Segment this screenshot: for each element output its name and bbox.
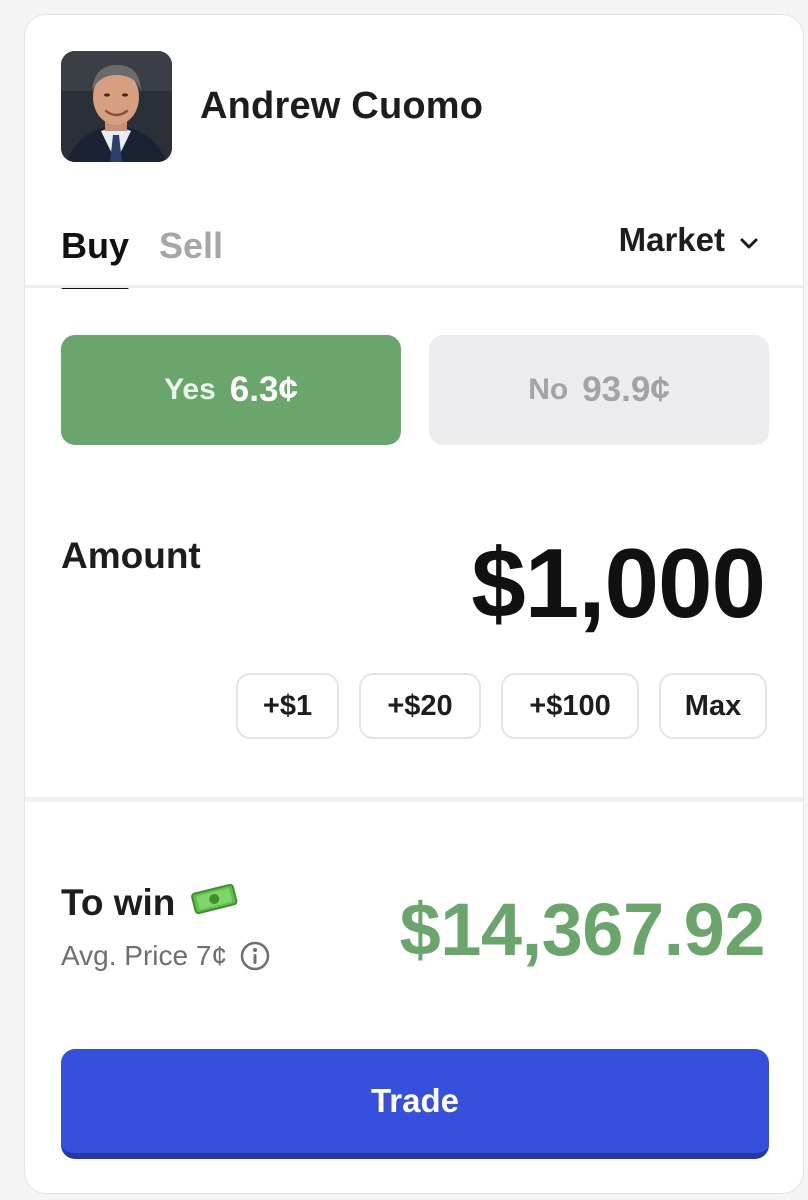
no-label: No: [528, 373, 569, 406]
no-price: 93.9¢: [582, 370, 670, 409]
add-1-button[interactable]: +$1: [236, 673, 339, 739]
to-win-label: To win: [61, 881, 176, 923]
info-icon[interactable]: [239, 940, 271, 972]
avg-price-row: Avg. Price 7¢: [61, 940, 271, 972]
avg-price: Avg. Price 7¢: [61, 940, 228, 971]
to-win-value: $14,367.92: [399, 888, 766, 971]
max-button[interactable]: Max: [659, 673, 767, 739]
market-header: Andrew Cuomo: [61, 51, 483, 162]
portrait-image: [61, 51, 172, 162]
candidate-avatar: [61, 51, 172, 162]
section-divider: [25, 797, 803, 802]
tabs-divider: [25, 285, 803, 288]
tab-sell[interactable]: Sell: [159, 225, 223, 289]
yes-label: Yes: [164, 373, 216, 406]
order-type-label: Market: [618, 221, 725, 258]
amount-label: Amount: [61, 535, 201, 576]
quick-add-chips: +$1 +$20 +$100 Max: [236, 673, 767, 739]
amount-input[interactable]: $1,000: [471, 527, 766, 640]
chevron-down-icon: [739, 221, 759, 259]
to-win-row: To win: [61, 881, 239, 924]
buy-sell-tabs: Buy Sell: [61, 225, 223, 289]
yes-outcome-button[interactable]: Yes 6.3¢: [61, 335, 401, 445]
add-100-button[interactable]: +$100: [501, 673, 639, 739]
order-type-dropdown[interactable]: Market: [619, 221, 759, 259]
tab-buy[interactable]: Buy: [61, 225, 130, 289]
market-name: Andrew Cuomo: [200, 85, 484, 127]
trade-button[interactable]: Trade: [61, 1049, 769, 1159]
trade-card: Andrew Cuomo Buy Sell Market Yes 6.3¢ No…: [24, 14, 804, 1194]
money-bill-icon: [189, 881, 239, 924]
yes-price: 6.3¢: [229, 370, 298, 409]
no-outcome-button[interactable]: No 93.9¢: [429, 335, 769, 445]
add-20-button[interactable]: +$20: [359, 673, 481, 739]
